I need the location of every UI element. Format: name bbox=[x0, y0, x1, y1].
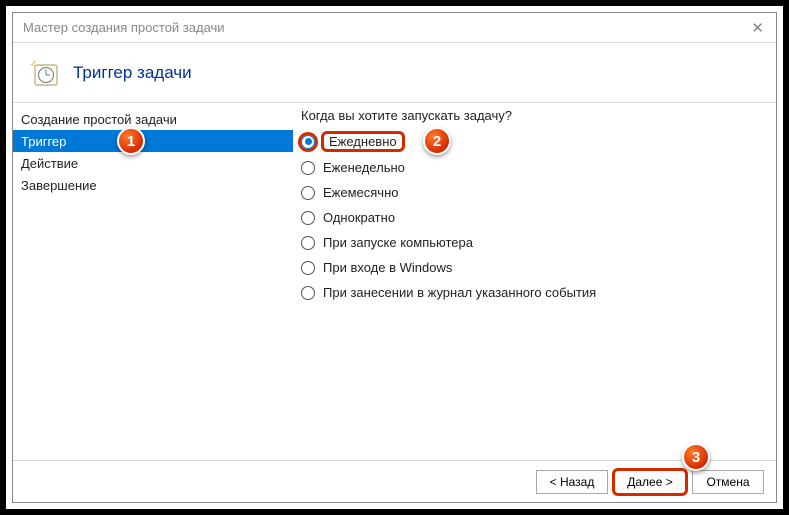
radio-daily[interactable]: Ежедневно 2 bbox=[301, 133, 776, 150]
dialog-window: Мастер создания простой задачи ✕ Триггер… bbox=[12, 12, 777, 503]
radio-icon bbox=[301, 211, 315, 225]
wizard-main: Когда вы хотите запускать задачу? Ежедне… bbox=[293, 104, 776, 460]
screenshot-frame: Мастер создания простой задачи ✕ Триггер… bbox=[0, 0, 789, 515]
radio-label: При входе в Windows bbox=[323, 260, 452, 275]
back-button[interactable]: < Назад bbox=[536, 470, 608, 494]
wizard-body: Создание простой задачи Триггер 1 Действ… bbox=[13, 103, 776, 460]
radio-icon bbox=[301, 236, 315, 250]
radio-on-logon[interactable]: При входе в Windows bbox=[301, 260, 776, 275]
trigger-question: Когда вы хотите запускать задачу? bbox=[301, 108, 776, 123]
wizard-sidebar: Создание простой задачи Триггер 1 Действ… bbox=[13, 104, 293, 460]
sidebar-item-label: Триггер bbox=[21, 134, 66, 149]
callout-1: 1 bbox=[117, 127, 145, 155]
radio-on-event[interactable]: При занесении в журнал указанного событи… bbox=[301, 285, 776, 300]
callout-3: 3 bbox=[682, 443, 710, 471]
radio-label: Ежедневно bbox=[323, 133, 403, 150]
titlebar: Мастер создания простой задачи ✕ bbox=[13, 13, 776, 43]
cancel-button[interactable]: Отмена bbox=[692, 470, 764, 494]
sidebar-item-create[interactable]: Создание простой задачи bbox=[13, 108, 293, 130]
window-title: Мастер создания простой задачи bbox=[23, 20, 225, 35]
radio-on-startup[interactable]: При запуске компьютера bbox=[301, 235, 776, 250]
sidebar-item-trigger[interactable]: Триггер 1 bbox=[13, 130, 293, 152]
button-bar: < Назад Далее > Отмена 3 bbox=[13, 460, 776, 502]
radio-label: Ежемесячно bbox=[323, 185, 399, 200]
sidebar-item-finish[interactable]: Завершение bbox=[13, 174, 293, 196]
close-icon[interactable]: ✕ bbox=[751, 19, 764, 37]
callout-2: 2 bbox=[423, 127, 451, 155]
wizard-header: Триггер задачи bbox=[13, 43, 776, 103]
radio-label: Однократно bbox=[323, 210, 395, 225]
radio-icon bbox=[301, 135, 315, 149]
wizard-title: Триггер задачи bbox=[73, 63, 192, 83]
radio-label: При запуске компьютера bbox=[323, 235, 473, 250]
radio-icon bbox=[301, 286, 315, 300]
sidebar-item-label: Завершение bbox=[21, 178, 97, 193]
clock-sparkle-icon bbox=[29, 57, 61, 89]
sidebar-item-label: Создание простой задачи bbox=[21, 112, 177, 127]
radio-icon bbox=[301, 186, 315, 200]
sidebar-item-action[interactable]: Действие bbox=[13, 152, 293, 174]
radio-label: При занесении в журнал указанного событи… bbox=[323, 285, 596, 300]
radio-icon bbox=[301, 161, 315, 175]
radio-icon bbox=[301, 261, 315, 275]
next-button[interactable]: Далее > bbox=[614, 470, 686, 494]
sidebar-item-label: Действие bbox=[21, 156, 78, 171]
radio-monthly[interactable]: Ежемесячно bbox=[301, 185, 776, 200]
radio-label: Еженедельно bbox=[323, 160, 405, 175]
radio-once[interactable]: Однократно bbox=[301, 210, 776, 225]
radio-weekly[interactable]: Еженедельно bbox=[301, 160, 776, 175]
